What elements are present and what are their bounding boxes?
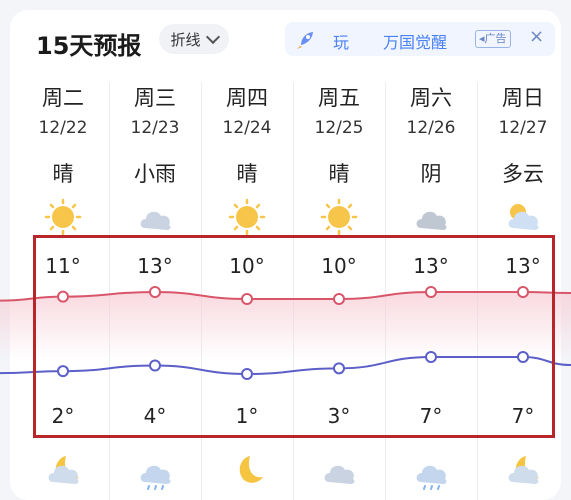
high-temp-point (333, 293, 345, 305)
high-temp-point (241, 293, 253, 305)
temperature-chart (0, 286, 571, 380)
high-temp-point (57, 290, 69, 303)
high-temp-area (0, 292, 571, 360)
low-temp-point (425, 351, 437, 363)
low-temp-point (57, 365, 69, 378)
high-temp-point (149, 286, 161, 298)
high-temp-point (425, 286, 437, 298)
low-temp-point (517, 351, 529, 363)
low-temp-point (149, 359, 161, 372)
high-temp-point (517, 286, 529, 298)
low-temp-point (241, 368, 253, 380)
low-temp-point (333, 362, 345, 375)
